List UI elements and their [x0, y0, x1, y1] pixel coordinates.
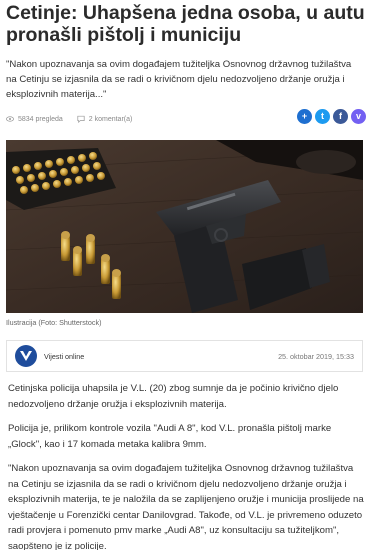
article-image[interactable]	[6, 140, 363, 313]
plus-icon: +	[301, 111, 308, 121]
share-plus-button[interactable]: +	[297, 109, 312, 124]
comments-count[interactable]: 2 komentar(a)	[89, 116, 133, 123]
article-body: Cetinjska policija uhapsila je V.L. (20)…	[8, 381, 364, 550]
share-viber-button[interactable]: v	[351, 109, 366, 124]
comment-icon[interactable]	[77, 115, 85, 123]
paragraph: Cetinjska policija uhapsila je V.L. (20)…	[8, 383, 339, 410]
image-caption: Ilustracija (Foto: Shutterstock)	[6, 318, 102, 327]
eye-icon	[6, 116, 14, 122]
author-logo[interactable]	[15, 345, 37, 367]
views-count: 5834 pregleda	[18, 115, 63, 123]
pistol-ammunition-photo	[6, 140, 363, 313]
share-twitter-button[interactable]: t	[315, 109, 330, 124]
paragraph: Policija je, prilikom kontrole vozila "A…	[8, 423, 332, 450]
article-lead: "Nakon upoznavanja sa ovim događajem tuž…	[6, 59, 352, 100]
paragraph: "Nakon upoznavanja sa ovim događajem tuž…	[8, 463, 364, 550]
facebook-icon: f	[339, 111, 342, 121]
article-meta: 5834 pregleda 2 komentar(a)	[6, 113, 132, 125]
twitter-icon: t	[321, 111, 324, 121]
share-facebook-button[interactable]: f	[333, 109, 348, 124]
share-bar: + t f v	[297, 109, 366, 124]
vijesti-logo-icon	[20, 351, 32, 361]
author-name[interactable]: Vijesti online	[44, 352, 84, 361]
article-title: Cetinje: Uhapšena jedna osoba, u autu pr…	[6, 2, 365, 46]
viber-icon: v	[355, 111, 361, 121]
author-box: Vijesti online 25. oktobar 2019, 15:33	[6, 340, 363, 372]
publish-date: 25. oktobar 2019, 15:33	[278, 351, 354, 361]
